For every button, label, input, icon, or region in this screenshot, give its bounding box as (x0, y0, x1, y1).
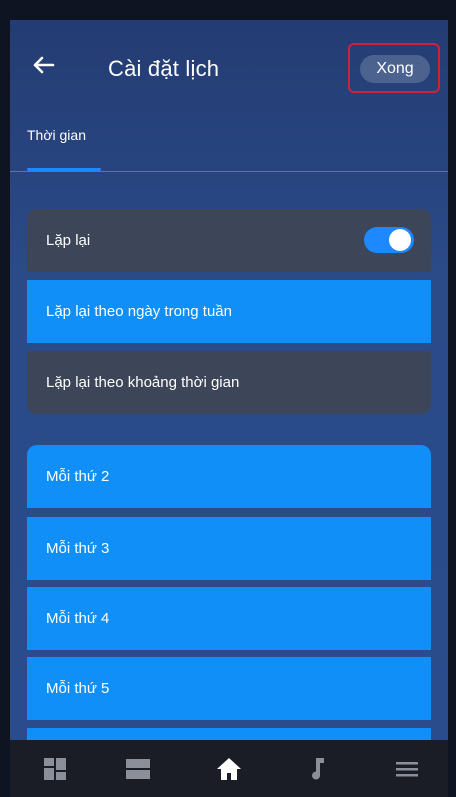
day-label: Mỗi thứ 4 (46, 610, 110, 627)
app-bar: Cài đặt lịch Xong (10, 20, 448, 110)
done-button[interactable]: Xong (360, 55, 430, 83)
dashboard-icon (44, 758, 66, 780)
schedule-settings-screen: Cài đặt lịch Xong Thời gian Lặp lại Lặp … (10, 20, 448, 740)
nav-music[interactable] (302, 754, 332, 784)
done-highlight-box: Xong (348, 43, 440, 93)
page-title: Cài đặt lịch (108, 56, 220, 81)
music-note-icon (312, 758, 324, 780)
tab-time[interactable]: Thời gian (27, 125, 86, 145)
bottom-navigation (10, 740, 448, 797)
toggle-knob (389, 229, 411, 251)
repeat-by-interval-label: Lặp lại theo khoảng thời gian (46, 374, 240, 391)
menu-icon (396, 762, 418, 777)
nav-dashboard[interactable] (40, 754, 70, 784)
day-label: Mỗi thứ 5 (46, 680, 110, 697)
back-button[interactable] (28, 50, 58, 80)
day-item-monday[interactable]: Mỗi thứ 2 (27, 445, 431, 508)
day-item-partial[interactable] (27, 728, 431, 740)
day-item-tuesday[interactable]: Mỗi thứ 3 (27, 517, 431, 580)
arrow-left-icon (33, 56, 55, 74)
device: Cài đặt lịch Xong Thời gian Lặp lại Lặp … (0, 0, 456, 797)
home-icon (217, 758, 241, 780)
repeat-by-weekday-option[interactable]: Lặp lại theo ngày trong tuần (27, 280, 431, 343)
repeat-by-weekday-label: Lặp lại theo ngày trong tuần (46, 303, 232, 320)
tab-divider (10, 171, 448, 172)
repeat-toggle[interactable] (364, 227, 414, 253)
day-item-thursday[interactable]: Mỗi thứ 5 (27, 657, 431, 720)
nav-list[interactable] (123, 754, 153, 784)
day-item-wednesday[interactable]: Mỗi thứ 4 (27, 587, 431, 650)
repeat-toggle-row[interactable]: Lặp lại (27, 209, 431, 272)
repeat-by-interval-option[interactable]: Lặp lại theo khoảng thời gian (27, 351, 431, 414)
tab-bar: Thời gian (10, 125, 448, 175)
nav-home[interactable] (214, 754, 244, 784)
day-label: Mỗi thứ 2 (46, 468, 110, 485)
day-label: Mỗi thứ 3 (46, 540, 110, 557)
list-icon (126, 759, 150, 779)
nav-menu[interactable] (392, 754, 422, 784)
repeat-label: Lặp lại (46, 232, 91, 249)
